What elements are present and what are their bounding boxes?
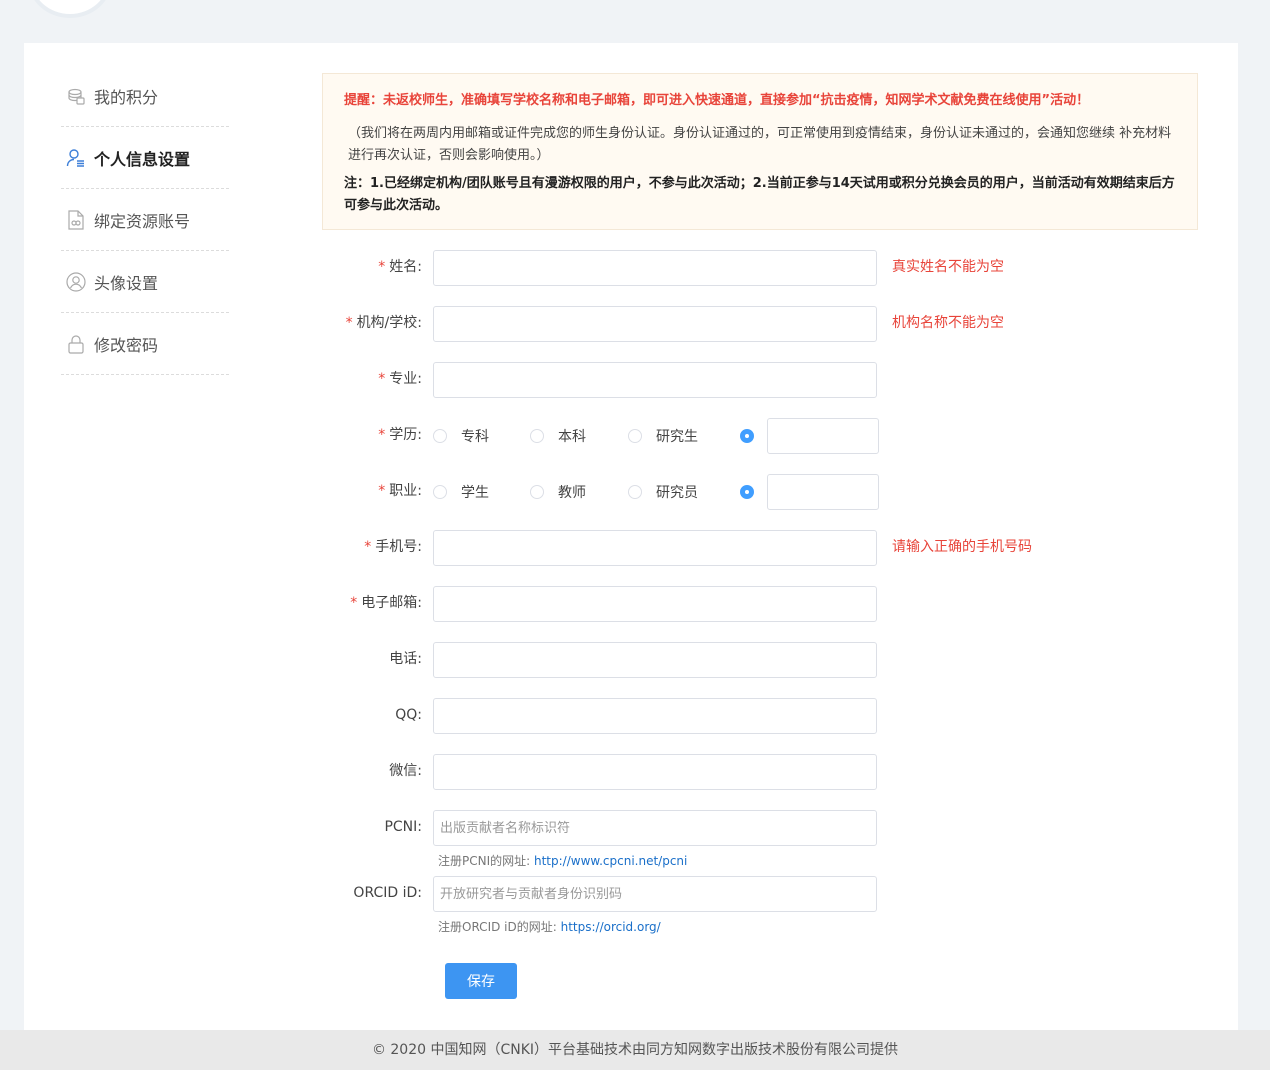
phone-input[interactable]	[433, 530, 877, 566]
job-radio-other[interactable]	[740, 485, 754, 499]
field-label: * 机构/学校:	[345, 315, 422, 331]
pcni-hint: 注册PCNI的网址: http://www.cpcni.net/pcni	[438, 854, 688, 868]
field-label: * 职业:	[378, 483, 422, 499]
form-row-tel: 电话:	[24, 642, 1238, 678]
coins-icon	[66, 86, 86, 106]
sidebar-item-label: 我的积分	[94, 87, 159, 107]
form-row-job: * 职业: 学生 教师 研究员	[24, 474, 1238, 510]
form-row-name: * 姓名: 真实姓名不能为空	[24, 250, 1238, 286]
qq-input[interactable]	[433, 698, 877, 734]
form-row-pcni: PCNI:	[24, 810, 1238, 846]
org-error: 机构名称不能为空	[892, 315, 1004, 331]
field-label: * 专业:	[378, 371, 422, 387]
radio-dot[interactable]	[530, 485, 544, 499]
org-input[interactable]	[433, 306, 877, 342]
field-label: ORCID iD:	[353, 885, 422, 901]
orcid-link[interactable]: https://orcid.org/	[561, 920, 661, 934]
orcid-hint: 注册ORCID iD的网址: https://orcid.org/	[438, 920, 661, 934]
education-radio-other[interactable]	[740, 429, 754, 443]
sidebar-item-bind-account[interactable]: 绑定资源账号	[61, 189, 229, 251]
radio-dot[interactable]	[433, 485, 447, 499]
page-footer: © 2020 中国知网（CNKI）平台基础技术由同方知网数字出版技术股份有限公司…	[0, 1030, 1270, 1070]
pcni-input[interactable]	[433, 810, 877, 846]
field-label: PCNI:	[384, 819, 422, 835]
form-row-major: * 专业:	[24, 362, 1238, 398]
wechat-input[interactable]	[433, 754, 877, 790]
sidebar-item-label: 绑定资源账号	[94, 211, 191, 231]
form-row-education: * 学历: 专科 本科 研究生	[24, 418, 1238, 454]
job-radio-group: 学生 教师 研究员	[433, 474, 754, 510]
field-label: 电话:	[389, 651, 422, 667]
job-other-input[interactable]	[767, 474, 879, 510]
major-input[interactable]	[433, 362, 877, 398]
education-other-input[interactable]	[767, 418, 879, 454]
sidebar-item-profile[interactable]: 个人信息设置	[61, 127, 229, 189]
job-radio-option[interactable]: 研究员	[628, 482, 740, 502]
education-radio-option[interactable]: 研究生	[628, 426, 740, 446]
job-radio-option[interactable]: 教师	[530, 482, 628, 502]
field-label: QQ:	[395, 707, 422, 723]
name-input[interactable]	[433, 250, 877, 286]
pcni-link[interactable]: http://www.cpcni.net/pcni	[534, 854, 687, 868]
user-icon	[66, 148, 86, 168]
phone-error: 请输入正确的手机号码	[892, 539, 1032, 555]
form-row-email: * 电子邮箱:	[24, 586, 1238, 622]
radio-dot[interactable]	[628, 485, 642, 499]
radio-dot[interactable]	[530, 429, 544, 443]
field-label: 微信:	[389, 763, 422, 779]
sidebar-item-label: 个人信息设置	[94, 149, 191, 169]
radio-dot-selected[interactable]	[740, 429, 754, 443]
notice-note: 注：1.已经绑定机构/团队账号且有漫游权限的用户，不参与此次活动；2.当前正参与…	[344, 176, 1175, 213]
settings-card: 我的积分 个人信息设置 绑定资源账号 头像设置 修改密码 提醒：未返校师生，准确…	[24, 43, 1238, 1030]
sidebar-item-points[interactable]: 我的积分	[61, 65, 229, 127]
education-radio-group: 专科 本科 研究生	[433, 418, 754, 454]
field-label: * 姓名:	[378, 259, 422, 275]
job-radio-option[interactable]: 学生	[433, 482, 530, 502]
form-row-org: * 机构/学校: 机构名称不能为空	[24, 306, 1238, 342]
education-radio-option[interactable]: 本科	[530, 426, 628, 446]
notice-info: （我们将在两周内用邮箱或证件完成您的师生身份认证。身份认证通过的，可正常使用到疫…	[348, 126, 1172, 163]
orcid-input[interactable]	[433, 876, 877, 912]
form-row-phone: * 手机号: 请输入正确的手机号码	[24, 530, 1238, 566]
email-input[interactable]	[433, 586, 877, 622]
save-button[interactable]: 保存	[445, 963, 517, 999]
link-doc-icon	[66, 209, 86, 230]
form-row-wechat: 微信:	[24, 754, 1238, 790]
field-label: * 学历:	[378, 427, 422, 443]
field-label: * 手机号:	[364, 539, 422, 555]
education-radio-option[interactable]: 专科	[433, 426, 530, 446]
radio-dot[interactable]	[628, 429, 642, 443]
tel-input[interactable]	[433, 642, 877, 678]
radio-dot-selected[interactable]	[740, 485, 754, 499]
user-avatar-edge	[28, 0, 112, 18]
radio-dot[interactable]	[433, 429, 447, 443]
form-row-qq: QQ:	[24, 698, 1238, 734]
field-label: * 电子邮箱:	[350, 595, 422, 611]
notice-alert: 提醒：未返校师生，准确填写学校名称和电子邮箱，即可进入快速通道，直接参加“抗击疫…	[344, 93, 1090, 108]
form-row-orcid: ORCID iD:	[24, 876, 1238, 912]
name-error: 真实姓名不能为空	[892, 259, 1004, 275]
notice-box: 提醒：未返校师生，准确填写学校名称和电子邮箱，即可进入快速通道，直接参加“抗击疫…	[322, 73, 1198, 230]
